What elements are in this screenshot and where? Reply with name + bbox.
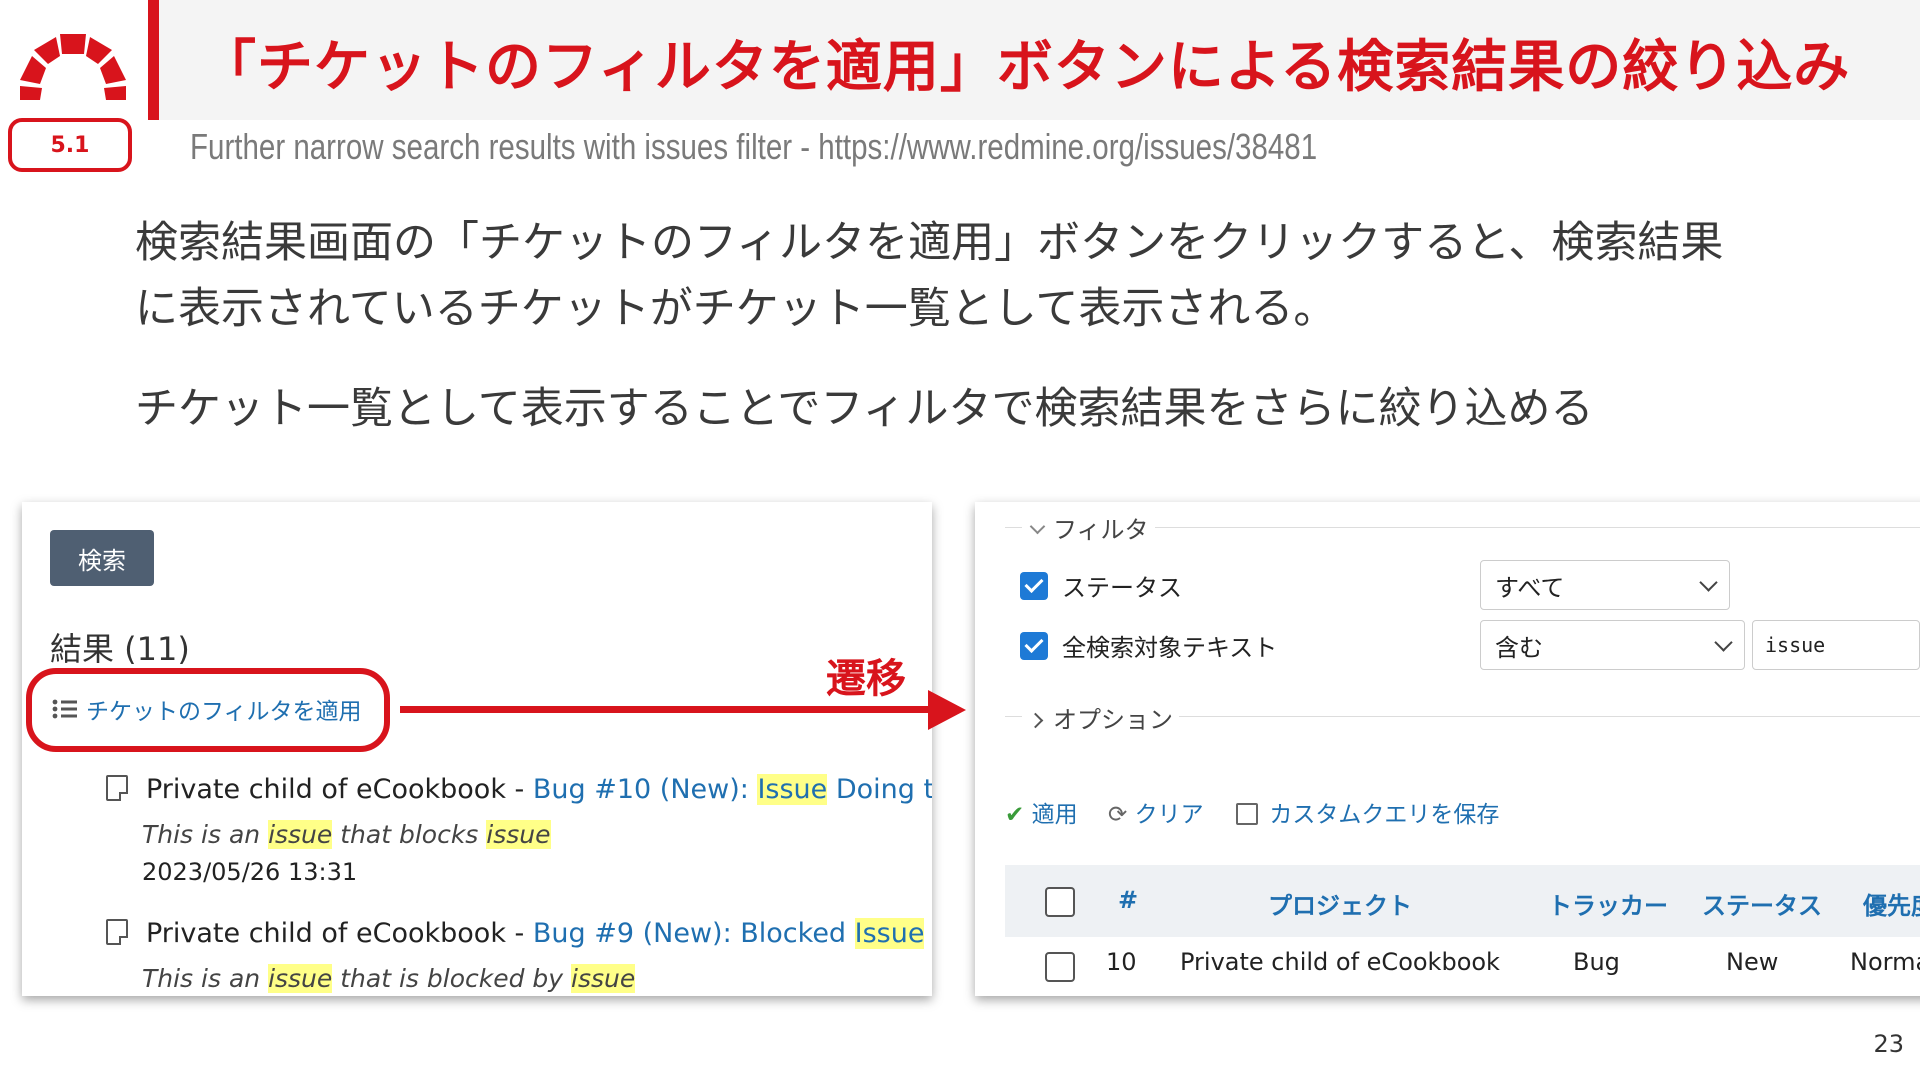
fulltext-operator-select[interactable]: 含む [1480,620,1745,670]
arrow-right-icon [928,690,966,730]
filter-legend[interactable]: フィルタ [1022,510,1155,545]
status-filter-label: ステータス [1062,574,1182,602]
result-description: This is an issue that blocks issue [142,820,551,849]
search-button[interactable]: 検索 [50,530,154,586]
status-operator-value: すべて [1495,573,1565,602]
apply-issues-filter-link[interactable]: チケットのフィルタを適用 [52,692,362,726]
result-separator: - [505,774,533,805]
fulltext-operator-value: 含む [1495,633,1543,662]
fulltext-filter-label: 全検索対象テキスト [1062,634,1278,662]
issue-status: New [1726,948,1779,976]
reload-icon: ⟳ [1108,802,1128,828]
select-all-checkbox[interactable] [1045,887,1075,917]
chevron-down-icon [1714,633,1733,652]
issue-priority: Norma [1850,948,1920,976]
apply-label: 適用 [1031,802,1078,828]
result-issue-keyword: Issue [757,774,828,805]
column-header-id[interactable]: # [1118,886,1138,914]
search-result-item: Private child of eCookbook - Bug #10 (Ne… [106,774,932,805]
issue-project-link[interactable]: Private child of eCookbook [1180,948,1500,976]
save-query-button[interactable]: カスタムクエリを保存 [1236,795,1499,829]
results-heading: 結果 (11) [50,630,190,668]
slide-subtitle: Further narrow search results with issue… [190,126,1318,167]
column-header-project[interactable]: プロジェクト [1268,886,1412,921]
desc-text: This is an [142,964,269,993]
search-results-screenshot: 検索 結果 (11) チケットのフィルタを適用 Private child of… [22,502,932,996]
desc-keyword: issue [571,964,636,993]
result-issue-keyword: Issue [854,918,925,949]
result-issue-link[interactable]: Bug #9 (New): Blocked Issue [533,918,925,949]
result-project: Private child of eCookbook [146,918,506,949]
apply-button[interactable]: ✔ 適用 [1005,795,1078,829]
checkmark-icon: ✔ [1005,802,1025,828]
result-issue-prefix: Bug #10 (New): [532,774,758,805]
body-text-line-2: に表示されているチケットがチケット一覧として表示される。 [135,284,1337,334]
desc-text: This is an [142,820,269,849]
desc-text: that is blocked by [332,964,572,993]
options-legend[interactable]: オプション [1022,700,1179,735]
chevron-down-icon [1029,518,1046,535]
transition-label: 遷移 [826,656,906,702]
result-datetime: 2023/05/26 13:31 [142,858,358,886]
filter-legend-label: フィルタ [1053,516,1149,544]
fulltext-filter-checkbox[interactable] [1020,632,1048,660]
options-legend-label: オプション [1053,706,1173,734]
desc-keyword: issue [486,820,551,849]
result-separator: - [505,918,533,949]
list-icon [52,699,77,719]
clear-label: クリア [1134,802,1204,828]
apply-filter-link-label: チケットのフィルタを適用 [86,699,362,725]
chevron-right-icon [1027,712,1044,729]
desc-text: that blocks [332,820,487,849]
result-issue-rest: Doing the [835,774,932,805]
section-number-badge: 5.1 [8,118,132,172]
page-number: 23 [1873,1030,1904,1058]
search-result-item: Private child of eCookbook - Bug #9 (New… [106,918,925,949]
column-header-priority[interactable]: 優先度 [1863,886,1920,921]
save-query-label: カスタムクエリを保存 [1269,802,1500,828]
transition-arrow-line [400,706,930,713]
result-project: Private child of eCookbook [146,774,506,805]
issue-icon [106,775,128,801]
result-issue-link[interactable]: Bug #10 (New): Issue Doing the [533,774,932,805]
body-text-line-1: 検索結果画面の「チケットのフィルタを適用」ボタンをクリックすると、検索結果 [135,218,1724,268]
column-header-status[interactable]: ステータス [1702,886,1822,921]
clear-button[interactable]: ⟳ クリア [1108,795,1204,829]
save-icon [1236,803,1258,825]
header-accent-bar [148,0,159,120]
row-checkbox[interactable] [1045,952,1075,982]
status-operator-select[interactable]: すべて [1480,560,1730,610]
desc-keyword: issue [268,820,333,849]
desc-keyword: issue [268,964,333,993]
issue-id-link[interactable]: 10 [1106,948,1137,976]
column-header-tracker[interactable]: トラッカー [1548,886,1668,921]
fulltext-value-input[interactable]: issue [1752,620,1920,670]
result-description: This is an issue that is blocked by issu… [142,964,636,993]
result-issue-prefix: Bug #9 (New): Blocked [532,918,855,949]
issue-icon [106,919,128,945]
status-filter-checkbox[interactable] [1020,572,1048,600]
body-text-line-3: チケット一覧として表示することでフィルタで検索結果をさらに絞り込める [135,384,1594,434]
chevron-down-icon [1699,573,1718,592]
redmine-logo-icon [20,34,126,100]
issue-tracker: Bug [1573,948,1620,976]
slide-title: 「チケットのフィルタを適用」ボタンによる検索結果の絞り込み [200,35,1851,100]
